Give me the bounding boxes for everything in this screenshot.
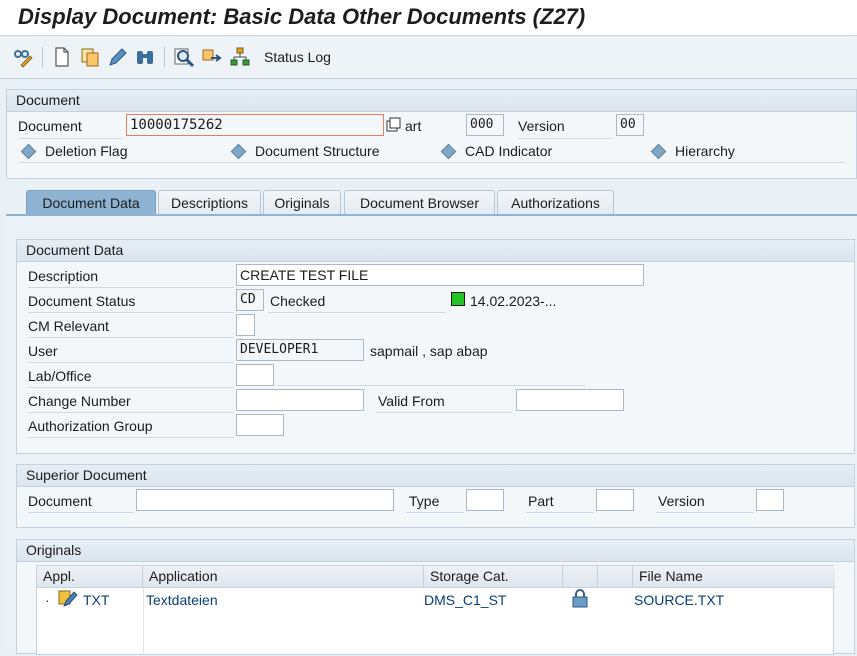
- version-label: Version: [518, 118, 565, 134]
- superior-document-label: Document: [28, 493, 92, 509]
- valid-from-field[interactable]: [516, 389, 624, 411]
- match-code-icon[interactable]: [386, 117, 402, 133]
- column-header-file-name[interactable]: File Name: [633, 566, 835, 588]
- cm-relevant-label: CM Relevant: [28, 318, 109, 334]
- title-bar: Display Document: Basic Data Other Docum…: [0, 0, 857, 36]
- change-number-label: Change Number: [28, 393, 131, 409]
- superior-document-field[interactable]: [136, 489, 394, 511]
- document-number-field[interactable]: 10000175262: [126, 114, 384, 136]
- toolbar-separator: [164, 47, 165, 67]
- authorization-group-field[interactable]: [236, 414, 284, 436]
- deletion-flag-label: Deletion Flag: [45, 143, 128, 159]
- document-status-label: Document Status: [28, 293, 136, 309]
- lock-icon[interactable]: [571, 589, 589, 608]
- row-appl: TXT: [83, 592, 110, 608]
- column-header-application[interactable]: Application: [143, 566, 424, 588]
- row-storage-cat: DMS_C1_ST: [424, 592, 507, 608]
- superior-type-label: Type: [409, 493, 440, 509]
- toolbar-separator: [42, 47, 43, 67]
- status-log-button[interactable]: Status Log: [264, 49, 331, 65]
- tabstrip: Document Data Descriptions Originals Doc…: [6, 190, 857, 215]
- cad-indicator-label: CAD Indicator: [465, 143, 553, 159]
- superior-version-label: Version: [658, 493, 705, 509]
- display-change-icon[interactable]: [12, 46, 34, 68]
- find-binoculars-icon[interactable]: [134, 46, 156, 68]
- row-application: Textdateien: [146, 592, 218, 608]
- column-header-storage-cat[interactable]: Storage Cat.: [424, 566, 563, 588]
- user-field[interactable]: DEVELOPER1: [236, 339, 364, 361]
- hierarchy-icon[interactable]: [229, 46, 251, 68]
- originals-header: Originals: [17, 540, 854, 562]
- transfer-icon[interactable]: [201, 46, 223, 68]
- document-status-text: Checked: [270, 293, 326, 309]
- row-bullet: ·: [45, 592, 50, 608]
- new-document-icon[interactable]: [51, 46, 73, 68]
- superior-part-label: Part: [528, 493, 554, 509]
- edit-pencil-icon[interactable]: [107, 46, 129, 68]
- row-file-name: SOURCE.TXT: [634, 592, 725, 608]
- part-field[interactable]: 000: [466, 114, 504, 136]
- description-field[interactable]: CREATE TEST FILE: [236, 264, 644, 286]
- valid-from-label: Valid From: [378, 393, 445, 409]
- document-status-code-field[interactable]: CD: [236, 289, 264, 311]
- document-data-header: Document Data: [17, 240, 854, 262]
- search-icon[interactable]: [173, 46, 195, 68]
- authorization-group-label: Authorization Group: [28, 418, 153, 434]
- superior-type-field[interactable]: [466, 489, 504, 511]
- document-structure-label: Document Structure: [255, 143, 380, 159]
- tab-authorizations[interactable]: Authorizations: [497, 190, 614, 215]
- copy-document-icon[interactable]: [79, 46, 101, 68]
- text-file-edit-icon: [58, 590, 78, 607]
- column-header-lock[interactable]: [563, 566, 598, 588]
- tab-originals[interactable]: Originals: [263, 190, 341, 215]
- tab-descriptions[interactable]: Descriptions: [158, 190, 261, 215]
- part-label: art: [405, 118, 422, 134]
- lab-office-label: Lab/Office: [28, 368, 92, 384]
- superior-part-field[interactable]: [596, 489, 634, 511]
- status-light-icon: [451, 292, 465, 306]
- window-title: Display Document: Basic Data Other Docum…: [18, 4, 586, 29]
- originals-table: Appl. Application Storage Cat. File Name: [36, 565, 835, 656]
- column-header-appl[interactable]: Appl.: [37, 566, 143, 588]
- user-label: User: [28, 343, 58, 359]
- hierarchy-label: Hierarchy: [675, 143, 735, 159]
- superior-document-header: Superior Document: [17, 465, 854, 487]
- lab-office-field[interactable]: [236, 364, 274, 386]
- cm-relevant-checkbox[interactable]: [236, 314, 255, 336]
- user-fullname: sapmail , sap abap: [370, 343, 488, 359]
- document-group-header: Document: [7, 90, 856, 112]
- column-header-blank[interactable]: [598, 566, 633, 588]
- tab-document-data[interactable]: Document Data: [26, 190, 156, 215]
- version-field[interactable]: 00: [616, 114, 644, 136]
- toolbar: Status Log: [0, 37, 857, 79]
- tab-document-browser[interactable]: Document Browser: [344, 190, 495, 215]
- superior-version-field[interactable]: [756, 489, 784, 511]
- document-label: Document: [18, 118, 82, 134]
- description-label: Description: [28, 268, 99, 284]
- status-date-text: 14.02.2023-...: [470, 293, 557, 309]
- change-number-field[interactable]: [236, 389, 364, 411]
